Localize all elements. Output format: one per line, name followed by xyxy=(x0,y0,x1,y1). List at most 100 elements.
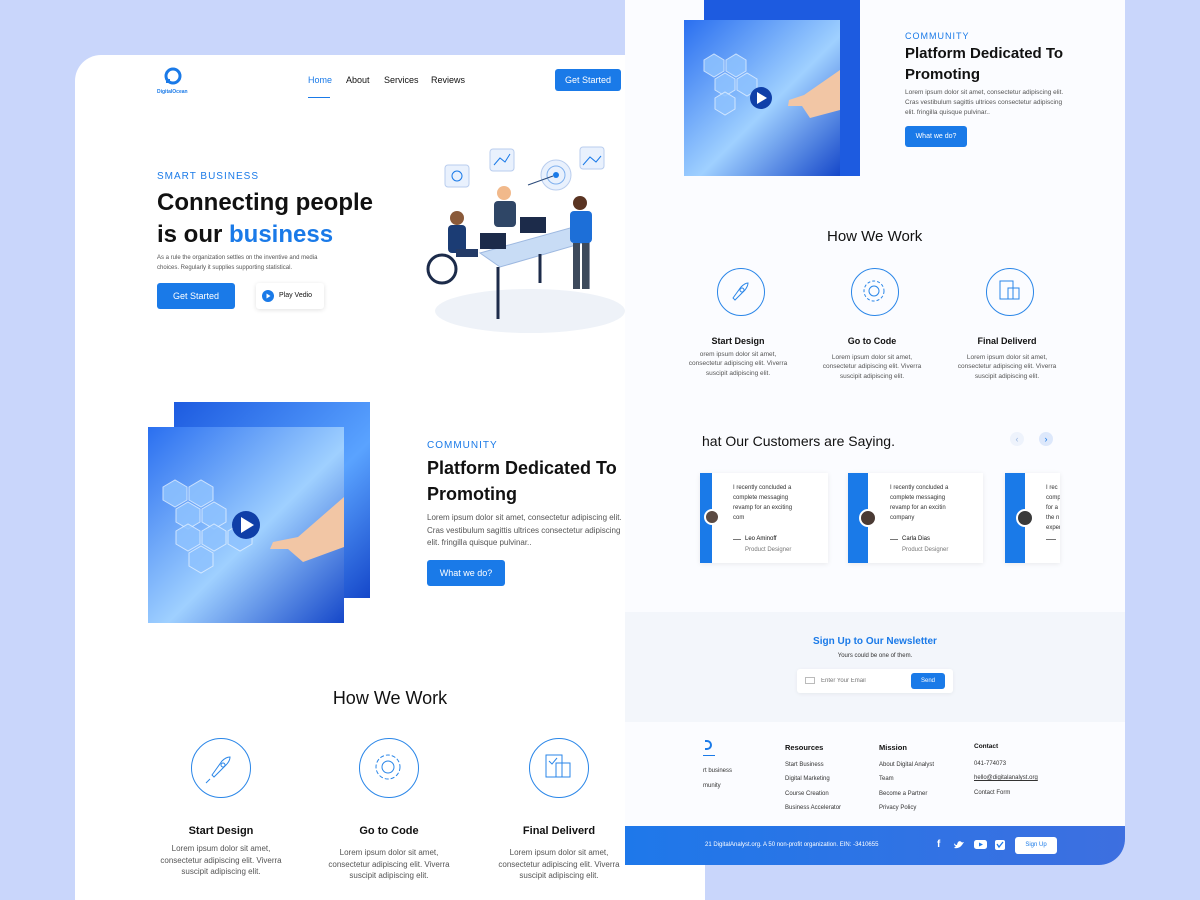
logo[interactable]: DigitalOcean xyxy=(157,67,197,95)
quote3-line2: comp xyxy=(1046,495,1060,501)
step-text-right-3: Lorem ipsum dolor sit amet, consectetur … xyxy=(952,353,1062,381)
community-desc-right-line3: elit. fringilla quisque pulvinar.. xyxy=(905,109,990,116)
step-right1-line1: orem ipsum dolor sit amet, xyxy=(699,351,777,358)
copyright-text: 21 DigitalAnalyst.org. A 50 non-profit o… xyxy=(705,842,879,848)
nav-item-home[interactable]: Home xyxy=(308,75,332,85)
reviewer-role-2: Product Designer xyxy=(902,547,949,553)
hero-title-prefix: is our xyxy=(157,221,230,248)
contact-form-link[interactable]: Contact Form xyxy=(974,786,1038,801)
contact-email-link[interactable]: hello@digitalanalyst.org xyxy=(974,771,1038,786)
quote1-line2: complete messaging xyxy=(733,495,789,501)
hero-illustration xyxy=(426,146,625,333)
footer-bar: 21 DigitalAnalyst.org. A 50 non-profit o… xyxy=(625,826,1125,865)
what-we-do-button-right[interactable]: What we do? xyxy=(905,126,967,147)
hero-eyebrow: SMART BUSINESS xyxy=(157,171,259,182)
nav-item-reviews[interactable]: Reviews xyxy=(431,75,465,85)
step-right1-line3: suscipit adipiscing elit. xyxy=(705,369,771,377)
avatar xyxy=(704,509,720,525)
community-eyebrow: COMMUNITY xyxy=(427,440,498,451)
hero-title-accent: business xyxy=(229,221,334,248)
footer-link-privacy[interactable]: Privacy Policy xyxy=(879,801,934,816)
send-button[interactable]: Send xyxy=(911,673,945,689)
step2-line3: suscipit adipiscing elit. xyxy=(349,871,429,881)
avatar xyxy=(859,509,877,527)
community-image-right[interactable] xyxy=(684,0,860,176)
quote2-line1: I recently concluded a xyxy=(890,485,949,491)
footer-link-start-business[interactable]: Start Business xyxy=(785,758,841,773)
quote2-line3: revamp for an excitin xyxy=(890,505,946,511)
footer-link-business-accelerator[interactable]: Business Accelerator xyxy=(785,801,841,816)
floating-card-1 xyxy=(444,164,470,188)
email-input[interactable] xyxy=(821,674,909,688)
testimonial-card-3: I rec comp for a the n exper xyxy=(1005,473,1060,563)
step2-line2: consectetur adipiscing elit. Viverra xyxy=(328,859,450,869)
resources-title: Resources xyxy=(785,743,824,752)
testimonials-title: hat Our Customers are Saying. xyxy=(702,433,895,449)
nav-get-started-button[interactable]: Get Started xyxy=(555,69,621,91)
footer-link-team[interactable]: Team xyxy=(879,772,934,787)
what-we-do-button[interactable]: What we do? xyxy=(427,560,505,586)
footer-contact: Contact 041-774073 hello@digitalanalyst.… xyxy=(974,740,1038,800)
carousel-prev-button[interactable]: ‹ xyxy=(1010,432,1024,446)
step-right2-line1: Lorem ipsum dolor sit amet, xyxy=(831,354,913,361)
step-title-right-1: Start Design xyxy=(711,336,765,346)
footer-link-partner[interactable]: Become a Partner xyxy=(879,787,934,802)
step-title-2: Go to Code xyxy=(359,825,419,837)
step-text-right-1: orem ipsum dolor sit amet, consectetur a… xyxy=(683,350,793,378)
nav-active-indicator xyxy=(308,97,330,98)
step1-line1: Lorem ipsum dolor sit amet, xyxy=(171,844,271,853)
step-text-2: Lorem ipsum dolor sit amet, consectetur … xyxy=(309,847,469,882)
target-icon xyxy=(527,159,572,191)
nav-item-services[interactable]: Services xyxy=(384,75,419,85)
community-description: Lorem ipsum dolor sit amet, consectetur … xyxy=(427,512,622,550)
newsletter-title: Sign Up to Our Newsletter xyxy=(813,636,937,647)
footer-link-course-creation[interactable]: Course Creation xyxy=(785,787,841,802)
youtube-icon[interactable] xyxy=(974,840,987,850)
play-video-button[interactable]: Play Vedio xyxy=(256,283,324,309)
hero-title-line2: is our business xyxy=(157,219,373,251)
hero-get-started-button[interactable]: Get Started xyxy=(157,283,235,309)
mail-icon xyxy=(805,677,815,684)
community-desc-line2: Cras vestibulum sagittis ultrices consec… xyxy=(427,525,621,535)
hero-title-line1: Connecting people xyxy=(157,189,373,216)
how-we-work-title-right: How We Work xyxy=(827,228,923,245)
step-title-right-2: Go to Code xyxy=(847,336,897,346)
footer-brand-line1: rt business xyxy=(703,768,733,774)
footer-signup-button[interactable]: Sign Up xyxy=(1015,837,1057,854)
nav-item-about[interactable]: About xyxy=(346,75,370,85)
step-title-3: Final Deliverd xyxy=(522,825,596,837)
community-title-right-line1: Platform Dedicated To xyxy=(905,45,1064,62)
step1-line2: consectetur adipiscing elit. Viverra xyxy=(160,855,282,865)
testimonial-card-2: I recently concluded a complete messagin… xyxy=(848,473,983,563)
quote1-line4: com xyxy=(733,515,745,521)
step2-line1: Lorem ipsum dolor sit amet, xyxy=(339,848,439,857)
step3-line2: consectetur adipiscing elit. Viverra xyxy=(498,859,620,869)
twitter-icon[interactable] xyxy=(953,840,965,850)
community-media[interactable] xyxy=(148,402,370,624)
logo-icon xyxy=(164,67,182,85)
contact-title: Contact xyxy=(974,743,999,750)
facebook-icon[interactable]: f xyxy=(937,839,940,850)
footer-brand-text: rt business munity xyxy=(703,764,732,794)
landing-page-main: DigitalOcean Home About Services Reviews… xyxy=(75,55,705,900)
quote3-line1: I rec xyxy=(1046,485,1058,491)
avatar xyxy=(1016,509,1034,527)
carousel-next-button[interactable]: › xyxy=(1039,432,1053,446)
footer-link-digital-marketing[interactable]: Digital Marketing xyxy=(785,772,841,787)
footer-logo-underline xyxy=(703,755,715,756)
clipboard-icon xyxy=(529,738,589,798)
testimonial-quote-1: I recently concluded a complete messagin… xyxy=(733,483,792,523)
footer-link-about[interactable]: About Digital Analyst xyxy=(879,758,934,773)
newsletter-subtitle: Yours could be one of them. xyxy=(837,653,913,659)
vimeo-icon[interactable] xyxy=(995,840,1005,850)
footer-resources: Resources Start Business Digital Marketi… xyxy=(785,741,841,816)
footer-mission: Mission About Digital Analyst Team Becom… xyxy=(879,741,934,816)
footer-brand-line2: munity xyxy=(703,783,721,789)
community-title-line2: Promoting xyxy=(427,484,517,504)
newsletter-section: Sign Up to Our Newsletter Yours could be… xyxy=(625,612,1125,722)
step-title-1: Start Design xyxy=(188,825,254,837)
step-right1-line2: consectetur adipiscing elit. Viverra xyxy=(688,360,788,368)
footer-logo-icon xyxy=(705,740,712,750)
name-dash xyxy=(733,539,741,540)
logo-text: DigitalOcean xyxy=(157,89,188,95)
